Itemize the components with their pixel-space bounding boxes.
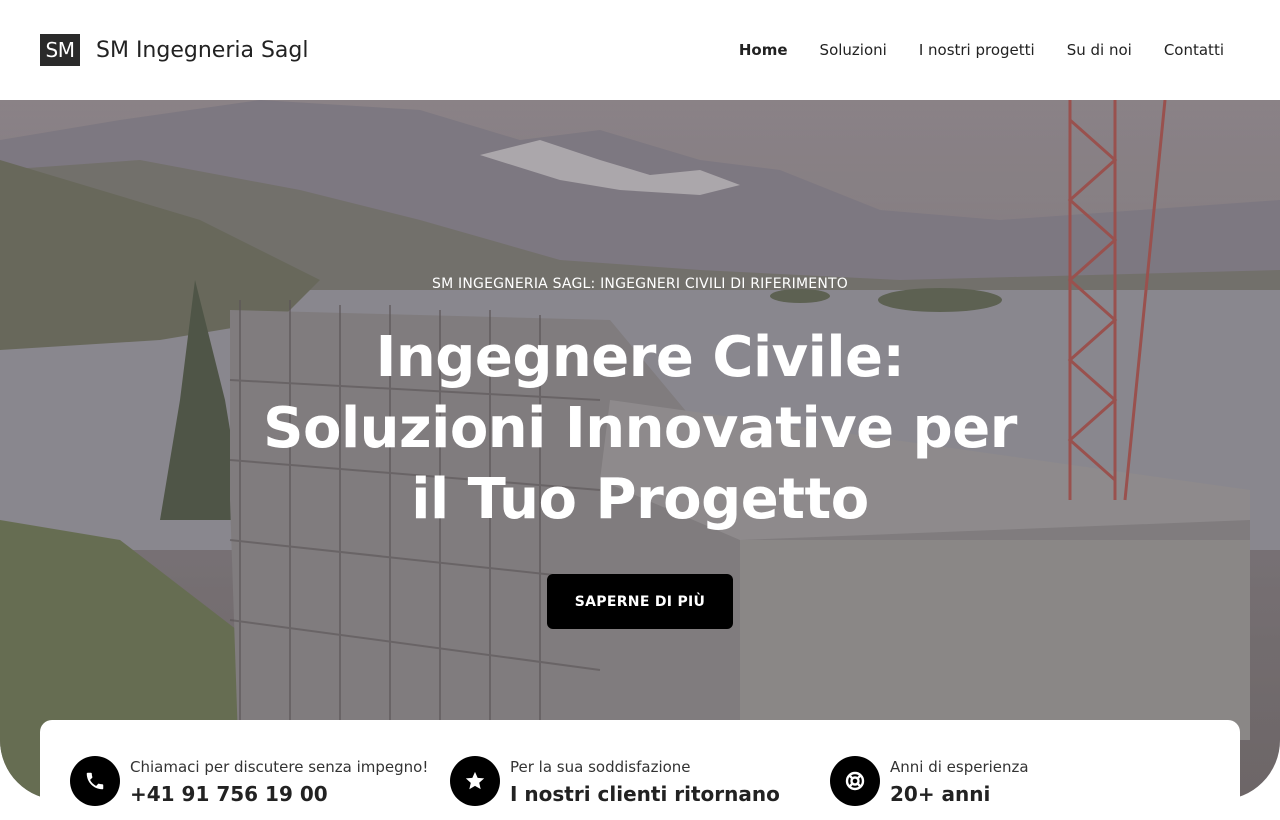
- phone-icon: [70, 756, 120, 806]
- info-item-phone[interactable]: Chiamaci per discutere senza impegno! +4…: [70, 756, 450, 820]
- brand-name[interactable]: SM Ingegneria Sagl: [96, 38, 308, 63]
- info-value-phone[interactable]: +41 91 756 19 00: [130, 782, 428, 806]
- info-label: Per la sua soddisfazione: [510, 758, 691, 776]
- site-header: SM SM Ingegneria Sagl Home Soluzioni I n…: [0, 0, 1280, 100]
- brand[interactable]: SM SM Ingegneria Sagl: [40, 34, 308, 66]
- info-item-experience: Anni di esperienza 20+ anni: [830, 756, 1210, 820]
- nav-su-di-noi[interactable]: Su di noi: [1067, 41, 1132, 59]
- nav-home[interactable]: Home: [739, 41, 788, 59]
- hero-headline: Ingegnere Civile: Soluzioni Innovative p…: [263, 325, 1017, 532]
- logo[interactable]: SM: [40, 34, 80, 66]
- info-bar: Chiamaci per discutere senza impegno! +4…: [40, 720, 1240, 820]
- info-item-satisfaction: Per la sua soddisfazione I nostri client…: [450, 756, 830, 820]
- info-label: Chiamaci per discutere senza impegno!: [130, 758, 429, 776]
- nav-soluzioni[interactable]: Soluzioni: [820, 41, 887, 59]
- hero-eyebrow: SM INGEGNERIA SAGL: INGEGNERI CIVILI DI …: [432, 276, 848, 292]
- info-label: Anni di esperienza: [890, 758, 1029, 776]
- main-nav: Home Soluzioni I nostri progetti Su di n…: [739, 41, 1224, 59]
- hero-section: SM INGEGNERIA SAGL: INGEGNERI CIVILI DI …: [0, 100, 1280, 800]
- nav-progetti[interactable]: I nostri progetti: [919, 41, 1035, 59]
- learn-more-button[interactable]: SAPERNE DI PIÙ: [547, 574, 733, 629]
- nav-contatti[interactable]: Contatti: [1164, 41, 1224, 59]
- star-icon: [450, 756, 500, 806]
- info-value-experience: 20+ anni: [890, 782, 991, 806]
- info-value-satisfaction: I nostri clienti ritornano: [510, 782, 780, 806]
- lifebuoy-icon: [830, 756, 880, 806]
